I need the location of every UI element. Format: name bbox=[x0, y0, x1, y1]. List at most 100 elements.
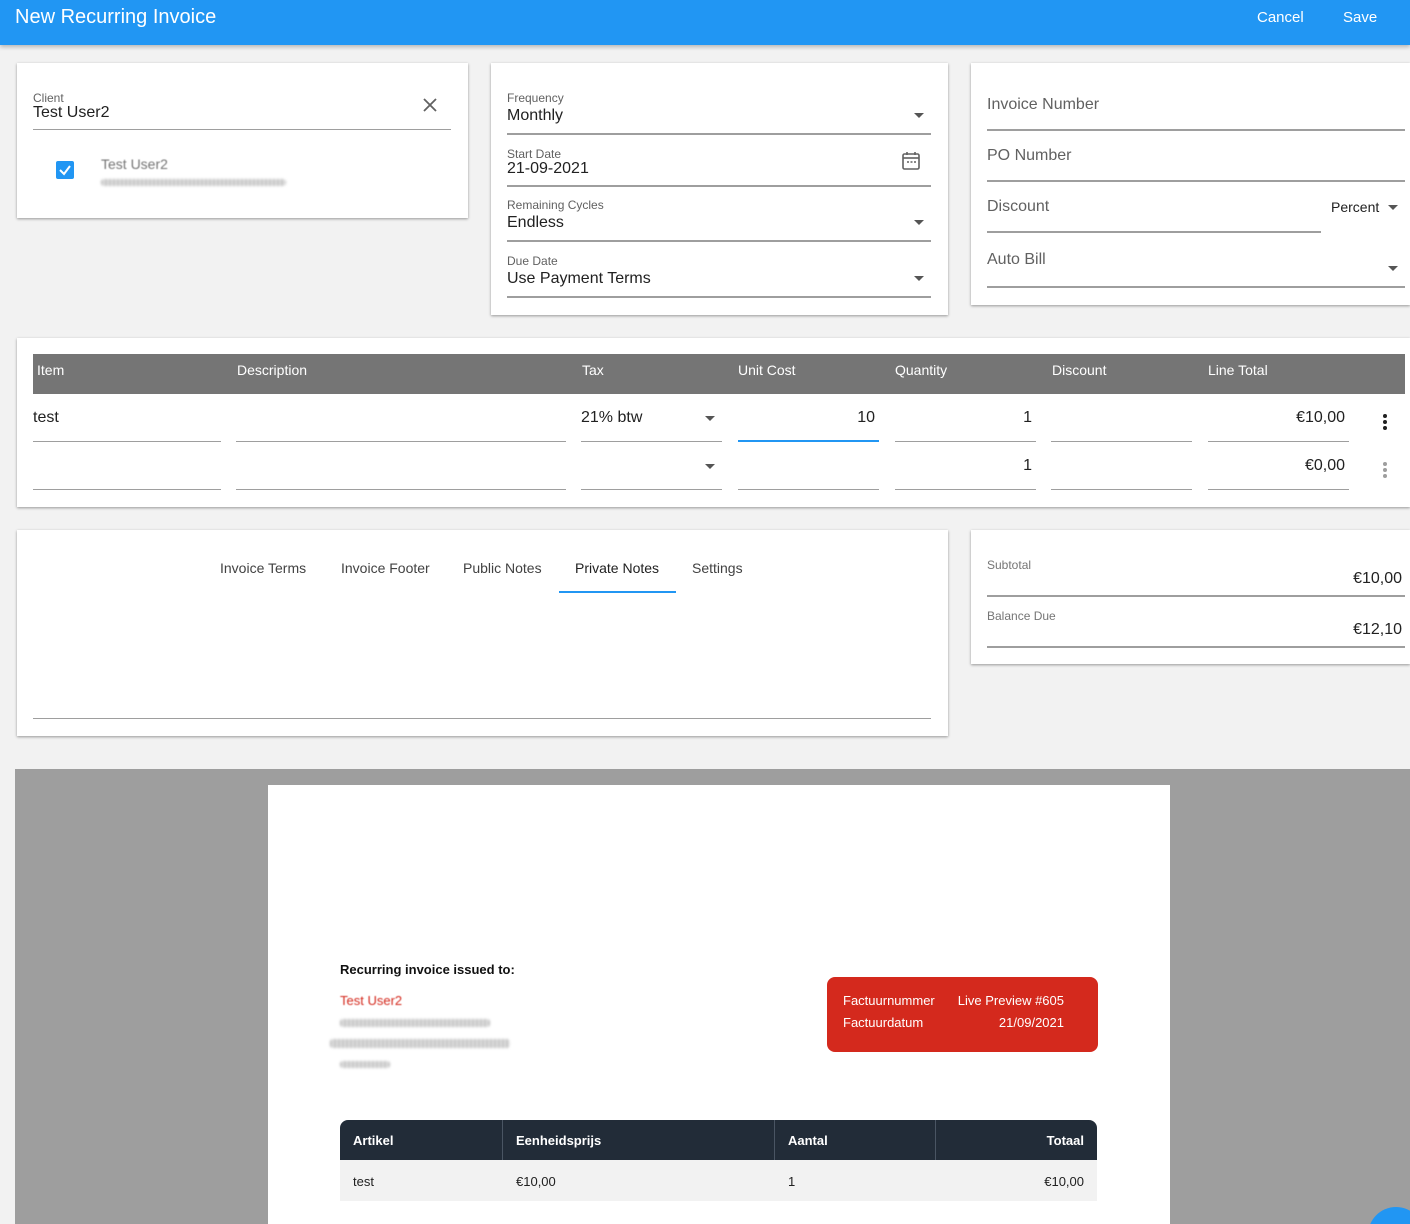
tab-private-notes[interactable]: Private Notes bbox=[575, 560, 659, 576]
private-notes-textarea[interactable] bbox=[33, 610, 931, 719]
line-total-value: €0,00 bbox=[1304, 457, 1345, 474]
description-input[interactable] bbox=[236, 394, 566, 442]
invoice-info-box: Factuurnummer Live Preview #605 Factuurd… bbox=[827, 977, 1098, 1052]
invoice-number-value: Live Preview #605 bbox=[957, 993, 1064, 1008]
contact-name: Test User2 bbox=[101, 156, 168, 172]
save-button[interactable]: Save bbox=[1343, 9, 1377, 26]
remaining-cycles-select[interactable]: Remaining Cycles Endless bbox=[507, 197, 931, 242]
preview-column-header: Totaal bbox=[1046, 1133, 1084, 1148]
contact-email-redacted bbox=[101, 179, 286, 186]
quantity-input[interactable]: 1 bbox=[895, 394, 1036, 442]
frequency-select[interactable]: Frequency Monthly bbox=[507, 90, 931, 135]
client-value: Test User2 bbox=[33, 104, 110, 121]
preview-address-redacted bbox=[330, 1039, 510, 1048]
tax-select[interactable]: 21% btw bbox=[581, 394, 722, 442]
cancel-button[interactable]: Cancel bbox=[1257, 9, 1304, 26]
more-vert-icon[interactable] bbox=[1383, 414, 1387, 432]
more-vert-icon[interactable] bbox=[1383, 462, 1387, 480]
client-label: Client bbox=[33, 91, 64, 105]
preview-address-redacted bbox=[340, 1061, 390, 1068]
tab-settings[interactable]: Settings bbox=[692, 560, 743, 576]
tab-public-notes[interactable]: Public Notes bbox=[463, 560, 542, 576]
remaining-cycles-label: Remaining Cycles bbox=[507, 198, 604, 212]
due-date-label: Due Date bbox=[507, 254, 558, 268]
balance-due-value: €12,10 bbox=[1353, 621, 1402, 638]
preview-cell: €10,00 bbox=[1044, 1174, 1084, 1189]
column-header: Item bbox=[37, 362, 65, 378]
chevron-down-icon bbox=[705, 416, 715, 421]
contact-checkbox[interactable] bbox=[56, 161, 74, 179]
chevron-down-icon bbox=[914, 113, 924, 118]
preview-client-name: Test User2 bbox=[340, 993, 403, 1008]
column-header: Discount bbox=[1052, 362, 1107, 378]
active-tab-indicator bbox=[559, 591, 676, 593]
chevron-down-icon bbox=[914, 276, 924, 281]
client-field[interactable]: Client Test User2 bbox=[33, 90, 451, 130]
invoice-date-value: 21/09/2021 bbox=[998, 1015, 1064, 1030]
preview-cell: 1 bbox=[788, 1174, 796, 1189]
preview-cell: €10,00 bbox=[516, 1174, 556, 1189]
client-card bbox=[17, 63, 468, 218]
due-date-value: Use Payment Terms bbox=[507, 270, 651, 287]
line-items-header: Item Description Tax Unit Cost Quantity … bbox=[33, 354, 1405, 394]
discount-input[interactable]: Discount bbox=[987, 187, 1321, 233]
line-discount-input[interactable] bbox=[1051, 394, 1192, 442]
line-discount-input[interactable] bbox=[1051, 442, 1192, 490]
chevron-down-icon bbox=[914, 220, 924, 225]
unit-cost-value: 10 bbox=[857, 409, 875, 426]
calendar-icon[interactable] bbox=[902, 151, 920, 170]
remaining-cycles-value: Endless bbox=[507, 214, 564, 231]
column-header: Line Total bbox=[1208, 362, 1268, 378]
preview-table-row: test €10,00 1 €10,00 bbox=[340, 1160, 1097, 1201]
chevron-down-icon bbox=[1388, 205, 1398, 210]
po-number-input[interactable]: PO Number bbox=[987, 136, 1405, 182]
discount-type-select[interactable]: Percent bbox=[1331, 199, 1379, 215]
tax-select[interactable] bbox=[581, 442, 722, 490]
tab-invoice-footer[interactable]: Invoice Footer bbox=[341, 560, 430, 576]
subtotal-value: €10,00 bbox=[1353, 570, 1402, 587]
auto-bill-placeholder: Auto Bill bbox=[987, 251, 1046, 268]
chevron-down-icon bbox=[1388, 266, 1398, 271]
line-total-value: €10,00 bbox=[1296, 409, 1345, 426]
column-header: Unit Cost bbox=[738, 362, 796, 378]
column-header: Description bbox=[237, 362, 308, 378]
subtotal-label: Subtotal bbox=[987, 558, 1032, 572]
frequency-label: Frequency bbox=[507, 91, 564, 105]
issued-to-heading: Recurring invoice issued to: bbox=[340, 962, 515, 977]
preview-column-header: Aantal bbox=[788, 1133, 828, 1148]
tax-value: 21% btw bbox=[581, 409, 643, 426]
unit-cost-input[interactable] bbox=[738, 442, 879, 490]
quantity-input[interactable]: 1 bbox=[895, 442, 1036, 490]
balance-due-field: Balance Due €12,10 bbox=[987, 607, 1405, 648]
preview-column-header: Eenheidsprijs bbox=[516, 1133, 602, 1148]
clear-icon[interactable] bbox=[423, 98, 437, 112]
po-number-placeholder: PO Number bbox=[987, 147, 1072, 164]
preview-cell: test bbox=[353, 1174, 374, 1189]
balance-due-label: Balance Due bbox=[987, 609, 1056, 623]
item-input[interactable] bbox=[33, 442, 221, 490]
column-divider bbox=[935, 1120, 936, 1160]
column-header: Quantity bbox=[895, 362, 948, 378]
start-date-value: 21-09-2021 bbox=[507, 160, 589, 177]
preview-table-header: Artikel Eenheidsprijs Aantal Totaal bbox=[340, 1120, 1097, 1160]
page-title: New Recurring Invoice bbox=[15, 6, 217, 28]
due-date-select[interactable]: Due Date Use Payment Terms bbox=[507, 253, 931, 298]
subtotal-field: Subtotal €10,00 bbox=[987, 556, 1405, 597]
column-divider bbox=[502, 1120, 503, 1160]
start-date-field[interactable]: Start Date 21-09-2021 bbox=[507, 146, 931, 187]
start-date-label: Start Date bbox=[507, 147, 562, 161]
invoice-number-input[interactable]: Invoice Number bbox=[987, 85, 1405, 131]
invoice-number-label: Factuurnummer bbox=[843, 993, 935, 1008]
discount-placeholder: Discount bbox=[987, 198, 1050, 215]
line-total: €10,00 bbox=[1208, 394, 1349, 442]
unit-cost-input[interactable]: 10 bbox=[738, 394, 879, 442]
invoice-number-placeholder: Invoice Number bbox=[987, 96, 1100, 113]
item-input[interactable]: test bbox=[33, 394, 221, 442]
frequency-value: Monthly bbox=[507, 107, 564, 124]
description-input[interactable] bbox=[236, 442, 566, 490]
chevron-down-icon bbox=[705, 464, 715, 469]
tab-invoice-terms[interactable]: Invoice Terms bbox=[220, 560, 306, 576]
auto-bill-select[interactable]: Auto Bill bbox=[987, 241, 1405, 288]
column-divider bbox=[774, 1120, 775, 1160]
check-icon bbox=[59, 165, 71, 176]
